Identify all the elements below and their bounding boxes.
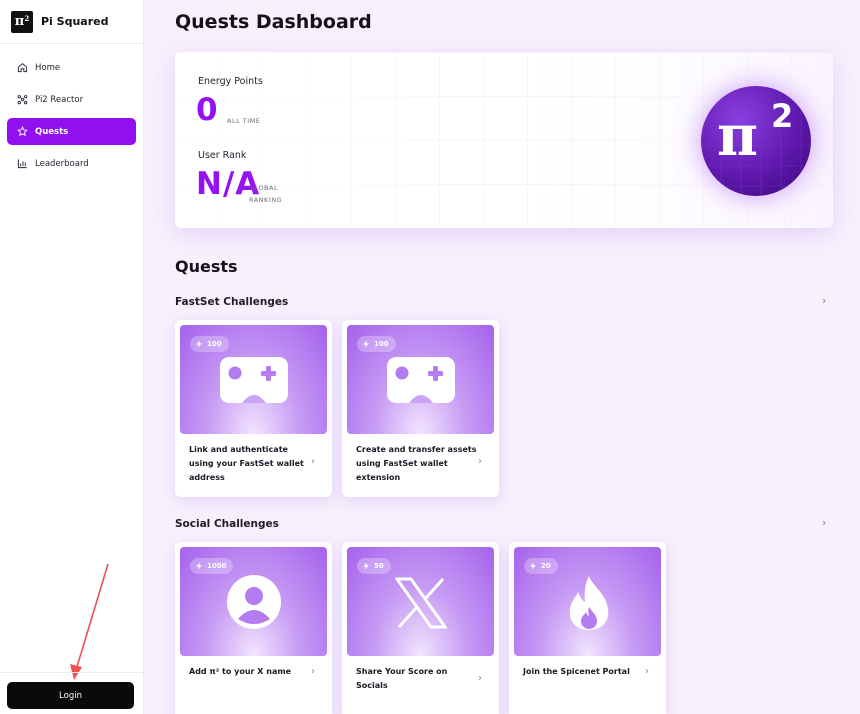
quest-card-title: Link and authenticate using your FastSet… (189, 445, 304, 482)
chevron-right-icon: › (478, 673, 482, 684)
brand-logo: π2 (11, 10, 33, 33)
annotation-arrow (70, 563, 109, 680)
energy-points-value: 0 (196, 92, 219, 128)
flame-icon (569, 576, 609, 630)
x-logo-icon (395, 577, 447, 629)
sidebar-item-label: Leaderboard (35, 158, 89, 169)
badge-pi-symbol: π (717, 103, 758, 169)
user-icon (227, 575, 281, 629)
lightning-icon (530, 562, 536, 570)
points-badge: 100 (357, 336, 396, 352)
points-value: 1000 (207, 562, 227, 570)
user-rank-label: User Rank (198, 150, 247, 161)
lightning-icon (363, 340, 369, 348)
quest-card-social-share[interactable]: 50 Share Your Score on Socials › (342, 542, 499, 714)
sidebar-item-label: Home (35, 62, 61, 73)
lightning-icon (196, 340, 202, 348)
points-badge: 1000 (190, 558, 234, 574)
lightning-icon (196, 562, 202, 570)
user-rank-sub-line2: RANKING (249, 196, 283, 204)
pi-squared-badge: π 2 (701, 86, 811, 196)
quest-card-title: Join the Spicenet Portal (523, 667, 630, 676)
chevron-right-icon: › (311, 666, 315, 677)
quest-card-title: Add π² to your X name (189, 667, 292, 676)
points-badge: 50 (357, 558, 391, 574)
home-icon (17, 63, 28, 73)
chevron-right-icon: › (311, 456, 315, 467)
login-button[interactable]: Login (7, 682, 134, 709)
energy-points-label: Energy Points (198, 76, 263, 87)
quest-card-image: 100 (180, 325, 327, 434)
gamepad-icon (387, 357, 455, 403)
fastset-chevron-right-icon[interactable]: › (822, 294, 826, 307)
quest-card-image: 20 (514, 547, 661, 656)
chevron-right-icon: › (478, 456, 482, 467)
brand-name: Pi Squared (41, 15, 109, 28)
sidebar-item-label: Quests (35, 126, 69, 137)
quest-card-fastset-transfer[interactable]: 100 Create and transfer assets using Fas… (342, 320, 499, 497)
user-rank-sub-line1: GLOBAL (249, 184, 279, 192)
points-value: 100 (374, 340, 389, 348)
sidebar-nav: Home Pi2 Reactor Quests Leaderboard (0, 44, 143, 177)
page-title: Quests Dashboard (175, 11, 372, 33)
brand[interactable]: π2 Pi Squared (0, 0, 143, 44)
points-value: 50 (374, 562, 384, 570)
quests-section-title: Quests (175, 257, 238, 276)
sidebar-item-home[interactable]: Home (7, 54, 136, 81)
sidebar-divider (0, 672, 143, 673)
social-chevron-right-icon[interactable]: › (822, 516, 826, 529)
quest-card-image: 100 (347, 325, 494, 434)
quest-card-title: Create and transfer assets using FastSet… (356, 445, 477, 482)
reactor-icon (17, 95, 28, 105)
quest-card-social-spicenet[interactable]: 20 Join the Spicenet Portal › (509, 542, 666, 714)
gamepad-icon (220, 357, 288, 403)
points-value: 100 (207, 340, 222, 348)
bar-chart-icon (17, 159, 27, 169)
quest-card-title: Share Your Score on Socials (356, 667, 448, 690)
quest-card-image: 50 (347, 547, 494, 656)
stats-card: Energy Points 0 ALL TIME User Rank N/A G… (175, 52, 833, 228)
points-value: 20 (541, 562, 551, 570)
sidebar-item-label: Pi2 Reactor (35, 94, 84, 105)
energy-points-sub: ALL TIME (227, 117, 261, 125)
sidebar: π2 Pi Squared Home Pi2 Reactor Quests Le… (0, 0, 144, 714)
sidebar-item-leaderboard[interactable]: Leaderboard (7, 150, 136, 177)
fastset-group-title: FastSet Challenges (175, 296, 289, 308)
points-badge: 20 (524, 558, 558, 574)
quest-card-image: 1000 (180, 547, 327, 656)
badge-exponent: 2 (771, 97, 794, 135)
social-group-title: Social Challenges (175, 518, 279, 530)
lightning-icon (363, 562, 369, 570)
chevron-right-icon: › (645, 666, 649, 677)
quest-card-social-x-name[interactable]: 1000 Add π² to your X name › (175, 542, 332, 714)
sidebar-item-pi2-reactor[interactable]: Pi2 Reactor (7, 86, 136, 113)
points-badge: 100 (190, 336, 229, 352)
quest-card-fastset-link[interactable]: 100 Link and authenticate using your Fas… (175, 320, 332, 497)
star-icon (17, 126, 28, 137)
main-content: Quests Dashboard Energy Points 0 ALL TIM… (144, 0, 860, 714)
sidebar-item-quests[interactable]: Quests (7, 118, 136, 145)
